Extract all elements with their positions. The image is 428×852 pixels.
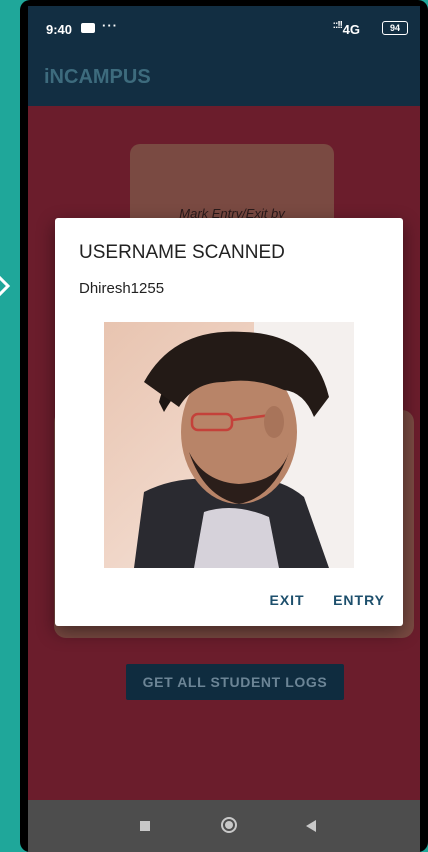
exit-button[interactable]: EXIT (269, 592, 304, 608)
diamond-decoration-icon (0, 271, 11, 301)
home-icon[interactable] (221, 817, 237, 833)
entry-button[interactable]: ENTRY (333, 592, 385, 608)
get-all-student-logs-button[interactable]: GET ALL STUDENT LOGS (126, 664, 344, 700)
navigation-bar (28, 800, 420, 852)
more-dots: ··· (102, 18, 118, 33)
back-icon[interactable] (306, 820, 316, 832)
message-icon (81, 23, 95, 33)
phone-frame: 9:40 ··· ::!! 4G 94 iNCAMPUS Mark Entry/… (20, 0, 428, 852)
dialog-title: USERNAME SCANNED (79, 242, 285, 263)
network-label: 4G (342, 22, 360, 37)
app-title: iNCAMPUS (44, 66, 151, 88)
dialog-actions: EXIT ENTRY (245, 592, 385, 610)
username-scanned-dialog: USERNAME SCANNED Dhiresh1255 EXIT ENTRY (55, 218, 403, 626)
profile-photo (104, 322, 354, 568)
signal-icon: ::!! (332, 20, 343, 31)
app-screen: 9:40 ··· ::!! 4G 94 iNCAMPUS Mark Entry/… (28, 6, 420, 852)
battery-icon: 94 (382, 21, 408, 35)
dialog-username: Dhiresh1255 (79, 280, 165, 297)
status-bar: 9:40 ··· ::!! 4G 94 (28, 6, 420, 48)
status-time: 9:40 (46, 22, 73, 37)
app-bar: iNCAMPUS (28, 48, 420, 106)
recents-icon[interactable] (140, 821, 150, 831)
